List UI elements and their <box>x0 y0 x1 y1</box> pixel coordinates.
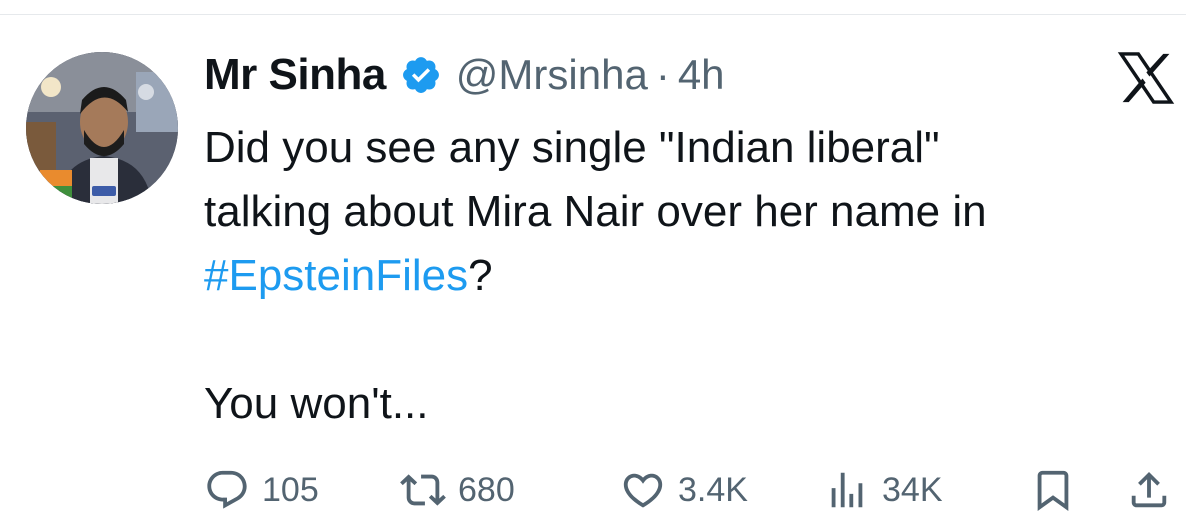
repost-button[interactable]: 680 <box>400 462 515 518</box>
views-button[interactable]: 34K <box>824 462 943 518</box>
author-name[interactable]: Mr Sinha <box>204 50 386 100</box>
action-bar: 105 680 3.4K 34K <box>204 462 1184 518</box>
reply-icon <box>204 467 250 513</box>
tweet-header: Mr Sinha @Mrsinha · 4h <box>204 50 725 100</box>
like-count: 3.4K <box>678 470 748 509</box>
verified-badge-icon <box>400 54 442 96</box>
x-logo-icon <box>1116 52 1176 104</box>
author-handle[interactable]: @Mrsinha <box>456 51 648 99</box>
bookmark-icon <box>1030 467 1076 513</box>
bookmark-button[interactable] <box>1030 462 1076 518</box>
reply-count: 105 <box>262 470 319 509</box>
timestamp[interactable]: 4h <box>678 51 725 99</box>
tweet-closing-line: You won't... <box>204 379 429 428</box>
hashtag-suffix: ? <box>468 251 493 300</box>
like-button[interactable]: 3.4K <box>620 462 748 518</box>
reply-button[interactable]: 105 <box>204 462 319 518</box>
hashtag-link[interactable]: #EpsteinFiles <box>204 251 468 300</box>
tweet-text-line-2: talking about Mira Nair over her name in <box>204 187 987 236</box>
repost-icon <box>400 467 446 513</box>
tweet-card: Mr Sinha @Mrsinha · 4h Did you see any s… <box>0 0 1186 532</box>
tweet-text: Did you see any single "Indian liberal" … <box>204 116 1164 436</box>
share-button[interactable] <box>1126 462 1172 518</box>
heart-icon <box>620 467 666 513</box>
views-count: 34K <box>882 470 943 509</box>
views-icon <box>824 467 870 513</box>
repost-count: 680 <box>458 470 515 509</box>
tweet-text-line-1: Did you see any single "Indian liberal" <box>204 123 940 172</box>
avatar[interactable] <box>26 52 178 204</box>
share-icon <box>1126 467 1172 513</box>
tweet-text-line-3: #EpsteinFiles? <box>204 244 1164 308</box>
separator-dot: · <box>655 51 670 98</box>
